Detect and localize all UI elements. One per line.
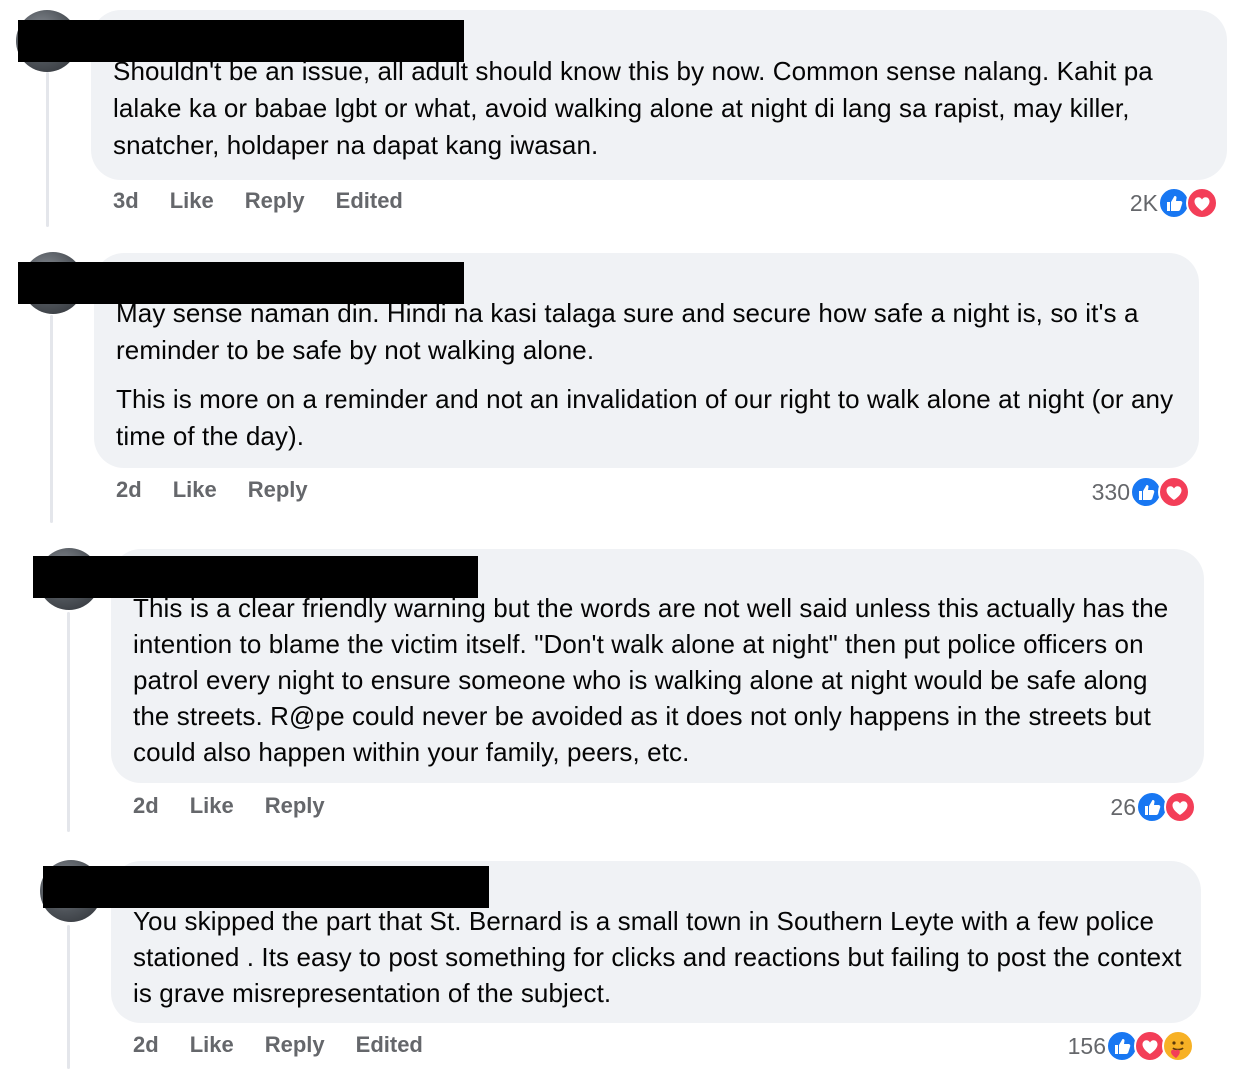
reaction-count: 156 xyxy=(1067,1032,1106,1059)
timestamp[interactable]: 2d xyxy=(116,477,142,503)
reaction-summary[interactable]: 156 xyxy=(1068,1030,1194,1062)
comment-text: You skipped the part that St. Bernard is… xyxy=(133,906,1182,1008)
love-icon xyxy=(1164,791,1196,823)
reply-button[interactable]: Reply xyxy=(245,188,305,214)
reaction-count: 330 xyxy=(1091,478,1130,505)
timestamp[interactable]: 2d xyxy=(133,1032,159,1058)
like-button[interactable]: Like xyxy=(190,793,234,819)
thread-line xyxy=(67,612,70,832)
redacted-author-name xyxy=(33,556,478,598)
comment-actions: 2d Like Reply Edited xyxy=(133,1032,454,1058)
thread-line xyxy=(67,925,70,1069)
like-button[interactable]: Like xyxy=(190,1032,234,1058)
redacted-author-name xyxy=(43,866,489,908)
redacted-author-name xyxy=(18,20,464,62)
reaction-count: 26 xyxy=(1110,793,1136,820)
thread-line xyxy=(46,72,49,227)
comment-text: This is a clear friendly warning but the… xyxy=(133,593,1169,767)
timestamp[interactable]: 3d xyxy=(113,188,139,214)
reaction-summary[interactable]: 330 xyxy=(1092,476,1190,508)
comment-actions: 3d Like Reply Edited xyxy=(113,188,434,214)
comment-actions: 2d Like Reply xyxy=(116,477,339,503)
comment-text: May sense naman din. Hindi na kasi talag… xyxy=(116,298,1139,365)
comment-text: This is more on a reminder and not an in… xyxy=(116,384,1174,451)
reply-button[interactable]: Reply xyxy=(248,477,308,503)
timestamp[interactable]: 2d xyxy=(133,793,159,819)
thread-line xyxy=(50,315,53,523)
love-icon xyxy=(1186,187,1218,219)
edited-label[interactable]: Edited xyxy=(336,188,403,214)
redacted-author-name xyxy=(18,262,464,304)
care-icon xyxy=(1162,1030,1194,1062)
reaction-summary[interactable]: 2K xyxy=(1130,187,1218,219)
comment-actions: 2d Like Reply xyxy=(133,793,356,819)
reply-button[interactable]: Reply xyxy=(265,793,325,819)
like-button[interactable]: Like xyxy=(170,188,214,214)
love-icon xyxy=(1158,476,1190,508)
reaction-count: 2K xyxy=(1129,189,1158,216)
edited-label[interactable]: Edited xyxy=(356,1032,423,1058)
like-button[interactable]: Like xyxy=(173,477,217,503)
comment-text: Shouldn't be an issue, all adult should … xyxy=(113,56,1153,160)
reply-button[interactable]: Reply xyxy=(265,1032,325,1058)
reaction-summary[interactable]: 26 xyxy=(1110,791,1196,823)
